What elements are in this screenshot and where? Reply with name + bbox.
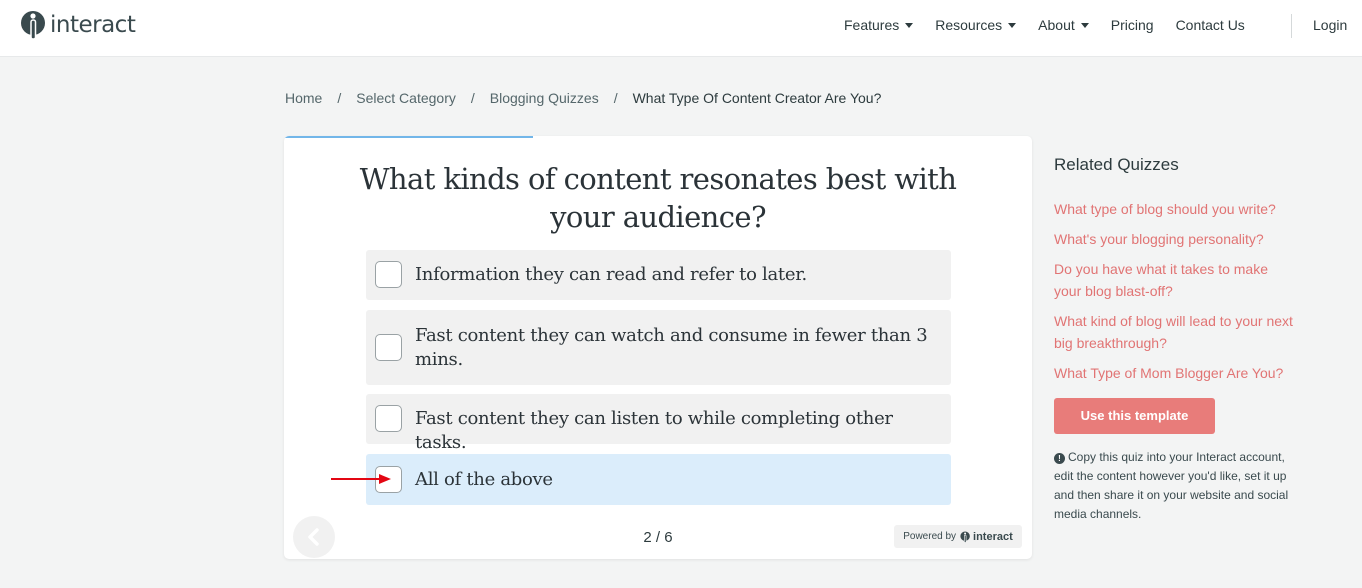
red-arrow-icon <box>331 474 391 484</box>
breadcrumb-blogging-quizzes[interactable]: Blogging Quizzes <box>490 90 599 106</box>
breadcrumb-current: What Type Of Content Creator Are You? <box>632 90 882 106</box>
quiz-question: What kinds of content resonates best wit… <box>359 162 957 234</box>
nav-item-about[interactable]: About <box>1038 17 1089 33</box>
related-quizzes-sidebar: Related Quizzes What type of blog should… <box>1054 155 1294 524</box>
answer-option[interactable]: Fast content they can watch and consume … <box>366 310 951 385</box>
related-quiz-link[interactable]: What Type of Mom Blogger Are You? <box>1054 362 1294 384</box>
nav-label: Resources <box>935 17 1003 33</box>
powered-by-badge[interactable]: Powered by interact <box>894 525 1022 548</box>
nav-label: Features <box>844 17 900 33</box>
answer-checkbox[interactable] <box>375 405 402 432</box>
powered-by-label: Powered by <box>903 531 957 542</box>
caret-down-icon <box>1008 22 1017 28</box>
caret-down-icon <box>905 22 914 28</box>
related-quiz-link[interactable]: Do you have what it takes to make your b… <box>1054 258 1294 302</box>
interact-logo-icon <box>21 11 45 40</box>
interact-logo-icon <box>960 531 970 543</box>
related-quiz-link[interactable]: What type of blog should you write? <box>1054 198 1294 220</box>
nav-label: Pricing <box>1110 17 1154 33</box>
breadcrumb-separator: / <box>337 90 342 106</box>
info-text: Copy this quiz into your Interact accoun… <box>1054 450 1289 521</box>
answer-option[interactable]: Fast content they can listen to while co… <box>366 394 951 453</box>
nav-label: About <box>1038 17 1075 33</box>
logo[interactable]: interact <box>20 10 136 40</box>
breadcrumb-separator: / <box>613 90 618 106</box>
info-icon: ! <box>1054 453 1065 464</box>
related-quiz-link[interactable]: What kind of blog will lead to your next… <box>1054 310 1294 354</box>
main-nav: Features Resources About Pricing Contact… <box>844 17 1245 33</box>
sidebar-title: Related Quizzes <box>1054 155 1179 174</box>
answer-text: Fast content they can watch and consume … <box>415 325 928 370</box>
nav-item-contact[interactable]: Contact Us <box>1176 17 1245 33</box>
nav-item-features[interactable]: Features <box>844 17 914 33</box>
site-header: interact Features Resources About Pricin… <box>0 0 1362 57</box>
caret-down-icon <box>1080 22 1089 28</box>
breadcrumb-select-category[interactable]: Select Category <box>356 90 456 106</box>
answer-text: All of the above <box>415 469 553 490</box>
nav-label: Contact Us <box>1175 17 1245 33</box>
quiz-progress-bar <box>284 136 534 138</box>
breadcrumb-separator: / <box>470 90 475 106</box>
answer-checkbox[interactable] <box>375 261 402 288</box>
powered-by-brand: interact <box>973 530 1013 543</box>
answer-option[interactable]: Information they can read and refer to l… <box>366 250 951 300</box>
breadcrumb-home[interactable]: Home <box>285 90 322 106</box>
use-template-button[interactable]: Use this template <box>1054 398 1215 434</box>
login-link[interactable]: Login <box>1313 17 1347 33</box>
nav-item-resources[interactable]: Resources <box>935 17 1017 33</box>
quiz-card: What kinds of content resonates best wit… <box>284 136 1032 559</box>
related-quiz-link[interactable]: What's your blogging personality? <box>1054 228 1294 250</box>
template-info: ! Copy this quiz into your Interact accou… <box>1054 448 1294 524</box>
logo-text: interact <box>50 12 136 38</box>
nav-divider <box>1291 14 1292 38</box>
answer-option-selected[interactable]: All of the above <box>366 454 951 505</box>
answer-text: Fast content they can listen to while co… <box>415 408 893 453</box>
nav-item-pricing[interactable]: Pricing <box>1111 17 1154 33</box>
answer-checkbox[interactable] <box>375 334 402 361</box>
breadcrumb: Home / Select Category / Blogging Quizze… <box>285 90 881 106</box>
answer-text: Information they can read and refer to l… <box>415 264 807 285</box>
